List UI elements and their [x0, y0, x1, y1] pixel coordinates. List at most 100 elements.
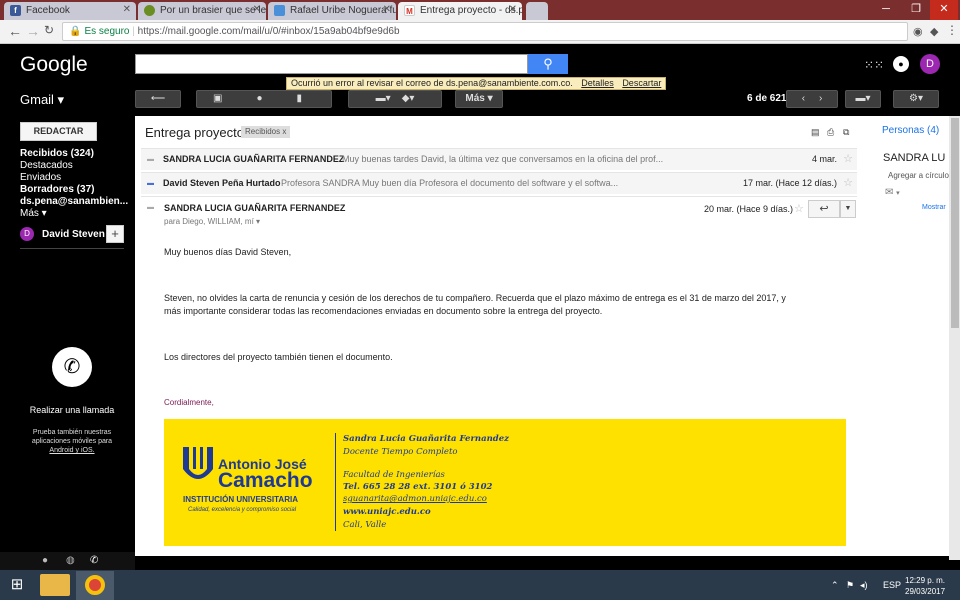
- divider: [141, 196, 857, 198]
- add-to-circle-button[interactable]: Agregar a círculo: [888, 171, 949, 180]
- star-icon[interactable]: ☆: [843, 173, 853, 194]
- gmail-icon: M: [404, 5, 415, 16]
- chat-bubble-icon[interactable]: ◍: [66, 555, 75, 566]
- star-icon[interactable]: ☆: [794, 202, 804, 215]
- sidebar-item-inbox[interactable]: Recibidos (324): [20, 148, 94, 159]
- open-message-sender[interactable]: SANDRA LUCIA GUAÑARITA FERNANDEZ: [164, 203, 345, 213]
- reload-icon[interactable]: ↻: [44, 23, 54, 37]
- close-tab-icon[interactable]: ✕: [509, 4, 517, 15]
- windows-start-icon[interactable]: ⊞: [0, 570, 34, 600]
- compose-button[interactable]: REDACTAR: [20, 122, 97, 141]
- file-explorer-icon[interactable]: [40, 574, 70, 596]
- web-icon: [144, 5, 155, 16]
- volume-icon[interactable]: ◂): [860, 580, 868, 591]
- signature-faculty: Facultad de Ingenierías: [343, 470, 445, 480]
- sidebar-item-account-label[interactable]: ds.pena@sanambien...: [20, 196, 128, 207]
- delete-icon[interactable]: ▮: [297, 93, 337, 104]
- inbox-label-chip[interactable]: Recibidos x: [241, 126, 291, 138]
- menu-icon[interactable]: ⋮: [946, 23, 958, 37]
- person-icon[interactable]: ●: [42, 555, 48, 566]
- expand-all-icon[interactable]: ▤: [811, 127, 820, 138]
- chevron-right-icon[interactable]: ›: [819, 93, 822, 104]
- notifications-icon[interactable]: ●: [893, 56, 909, 72]
- close-window-icon[interactable]: ✕: [930, 0, 958, 20]
- back-arrow-icon[interactable]: ←: [8, 23, 22, 39]
- report-spam-icon[interactable]: ●: [256, 93, 296, 104]
- clock[interactable]: 12:29 p. m. 29/03/2017: [905, 575, 945, 597]
- flag-icon[interactable]: ⚑: [846, 580, 854, 591]
- recipients-line[interactable]: para Diego, WILLIAM, mí ▾: [164, 217, 260, 226]
- phone-tab-icon[interactable]: ✆: [90, 555, 98, 566]
- mail-icon[interactable]: ✉ ▾: [885, 187, 900, 198]
- new-window-icon[interactable]: ⧉: [843, 127, 849, 138]
- search-button[interactable]: ⚲: [528, 54, 568, 74]
- sidebar-item-sent[interactable]: Enviados: [20, 172, 61, 183]
- browser-tab-active[interactable]: M Entrega proyecto - ds.pen ✕: [398, 2, 522, 20]
- institution-logo-icon: [183, 447, 213, 479]
- archive-report-delete-group[interactable]: ▣●▮: [196, 90, 332, 108]
- account-avatar[interactable]: D: [920, 54, 940, 74]
- move-label-group[interactable]: ▬▾ ◆▾: [348, 90, 442, 108]
- clock-date: 29/03/2017: [905, 587, 946, 596]
- language-indicator[interactable]: ESP: [883, 580, 901, 590]
- close-tab-icon[interactable]: ✕: [383, 4, 391, 15]
- message-sender: David Steven Peña Hurtado: [163, 178, 281, 188]
- archive-icon[interactable]: ▣: [213, 93, 256, 104]
- hangouts-avatar[interactable]: D: [20, 227, 34, 241]
- back-to-inbox-button[interactable]: ⟵: [135, 90, 181, 108]
- call-title[interactable]: Realizar una llamada: [22, 405, 122, 415]
- forward-arrow-icon[interactable]: →: [26, 23, 40, 39]
- star-icon[interactable]: ☆: [843, 149, 853, 170]
- call-desc-line: Android y iOS.: [49, 447, 95, 454]
- show-more-link[interactable]: Mostrar: [922, 204, 946, 211]
- collapsed-message[interactable]: ▬ David Steven Peña Hurtado Profesora SA…: [141, 172, 857, 194]
- search-input[interactable]: [135, 54, 528, 74]
- new-tab-button[interactable]: [526, 2, 548, 20]
- more-button[interactable]: Más ▾: [455, 90, 503, 108]
- label-icon[interactable]: ◆▾: [402, 93, 415, 104]
- eye-icon[interactable]: ◉: [913, 25, 923, 38]
- restore-icon[interactable]: ❐: [902, 0, 930, 20]
- message-sender: SANDRA LUCIA GUAÑARITA FERNANDEZ: [163, 154, 345, 164]
- message-date: 4 mar.: [811, 154, 837, 164]
- settings-button[interactable]: ⚙▾: [893, 90, 939, 108]
- phone-icon[interactable]: ✆: [52, 347, 92, 387]
- reply-button[interactable]: ↩: [808, 200, 840, 218]
- url-field[interactable]: 🔒 Es seguro | https://mail.google.com/mai…: [62, 22, 908, 41]
- signature-website[interactable]: www.uniajc.edu.co: [343, 507, 431, 517]
- details-link[interactable]: Detalles: [581, 78, 614, 88]
- sidebar-item-drafts[interactable]: Borradores (37): [20, 184, 94, 195]
- more-options-button[interactable]: ▼: [840, 200, 856, 218]
- chevron-left-icon[interactable]: ‹: [802, 93, 805, 104]
- sidebar-item-starred[interactable]: Destacados: [20, 160, 73, 171]
- signature-email-link[interactable]: sguanarita@admon.uniajc.edu.co: [343, 494, 487, 504]
- logo-name-line2: Camacho: [218, 469, 313, 492]
- sidebar-item-more[interactable]: Más ▾: [20, 208, 47, 219]
- close-tab-icon[interactable]: ✕: [253, 4, 261, 15]
- browser-tab[interactable]: Rafael Uribe Noguera fu ✕: [268, 2, 396, 20]
- new-hangout-button[interactable]: +: [106, 225, 124, 243]
- older-newer-group[interactable]: ‹ ›: [786, 90, 838, 108]
- extension-icon[interactable]: ◆: [930, 25, 938, 38]
- browser-tab[interactable]: f Facebook ✕: [4, 2, 136, 20]
- reply-icon: ↩: [819, 203, 829, 215]
- close-tab-icon[interactable]: ✕: [123, 4, 131, 15]
- google-logo[interactable]: Google: [20, 53, 88, 77]
- secure-label: Es seguro: [84, 26, 130, 37]
- print-icon[interactable]: ⎙: [827, 127, 834, 138]
- scrollbar-thumb[interactable]: [951, 118, 959, 328]
- hangouts-user-name[interactable]: David Steven ▾: [42, 229, 113, 240]
- logo-tagline: Calidad, excelencia y compromiso social: [188, 507, 297, 513]
- people-panel-title[interactable]: Personas (4): [882, 125, 939, 136]
- people-contact-name[interactable]: SANDRA LU: [883, 152, 945, 164]
- chevron-up-icon[interactable]: ⌃: [831, 580, 839, 591]
- apps-grid-icon[interactable]: ⁙⁙: [864, 58, 884, 72]
- browser-tab-bar: f Facebook ✕ Por un brasier que se le j …: [0, 0, 960, 20]
- dismiss-link[interactable]: Descartar: [622, 78, 661, 88]
- browser-tab[interactable]: Por un brasier que se le j ✕: [138, 2, 266, 20]
- collapsed-message[interactable]: ▬ SANDRA LUCIA GUAÑARITA FERNANDEZ Muy b…: [141, 148, 857, 170]
- minimize-icon[interactable]: ─: [872, 0, 900, 20]
- gmail-menu[interactable]: Gmail ▾: [20, 92, 64, 108]
- folder-icon[interactable]: ▬▾: [376, 93, 391, 104]
- input-tools-button[interactable]: ▬▾: [845, 90, 881, 108]
